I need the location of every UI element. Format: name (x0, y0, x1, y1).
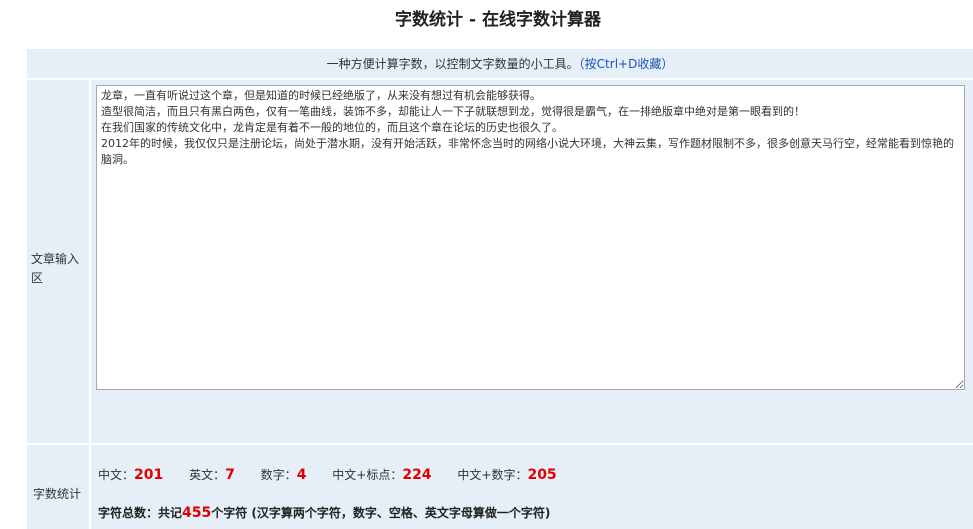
stats-cell: 中文：201 英文：7 数字：4 中文+标点：224 中文+数字：205 字符总… (91, 445, 973, 529)
article-textarea[interactable]: 龙章，一直有听说过这个章，但是知道的时候已经绝版了，从来没有想过有机会能够获得。… (96, 85, 965, 390)
input-cell: 龙章，一直有听说过这个章，但是知道的时候已经绝版了，从来没有想过有机会能够获得。… (91, 80, 973, 443)
total-chars-line: 字符总数：共记455个字符 (汉字算两个字符，数字、空格、英文字母算做一个字符) (98, 504, 550, 521)
total-suffix: 个字符 (汉字算两个字符，数字、空格、英文字母算做一个字符) (211, 506, 551, 520)
stats-label-cell: 字数统计 (27, 445, 89, 529)
total-prefix: 字符总数：共记 (98, 506, 183, 520)
total-chars-value: 455 (182, 505, 212, 521)
chinese-digits-count-value: 205 (527, 467, 557, 483)
chinese-count-value: 201 (134, 467, 164, 483)
counter-table: 一种方便计算字数，以控制文字数量的小工具。（按Ctrl+D收藏） 文章输入区 龙… (27, 49, 973, 529)
digits-count-value: 4 (296, 467, 307, 483)
intro-text: 一种方便计算字数，以控制文字数量的小工具。 (326, 57, 579, 71)
stats-label: 字数统计 (33, 487, 82, 501)
english-count-value: 7 (225, 467, 235, 483)
input-label: 文章输入区 (31, 252, 80, 285)
bookmark-link[interactable]: （按Ctrl+D收藏） (579, 57, 674, 71)
page-title: 字数统计 - 在线字数计算器 (395, 10, 601, 30)
intro-row: 一种方便计算字数，以控制文字数量的小工具。（按Ctrl+D收藏） (27, 49, 973, 78)
chinese-punct-count-value: 224 (402, 467, 432, 483)
stats-line: 中文：201 英文：7 数字：4 中文+标点：224 中文+数字：205 (98, 466, 579, 483)
input-label-cell: 文章输入区 (27, 80, 89, 443)
